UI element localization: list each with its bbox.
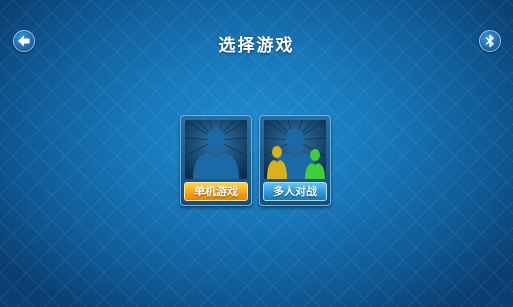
single-player-icon [185,120,247,179]
single-player-card[interactable]: 单机游戏 [180,115,252,206]
bluetooth-icon [485,34,494,48]
page-title: 选择游戏 [218,36,295,56]
single-player-portrait [185,120,247,179]
multiplayer-card[interactable]: 多人对战 [259,115,331,206]
multiplayer-icon [264,120,326,179]
multiplayer-button[interactable]: 多人对战 [263,182,327,201]
multiplayer-portrait [264,120,326,179]
single-player-button[interactable]: 单机游戏 [184,182,248,201]
bluetooth-button[interactable] [479,30,501,52]
